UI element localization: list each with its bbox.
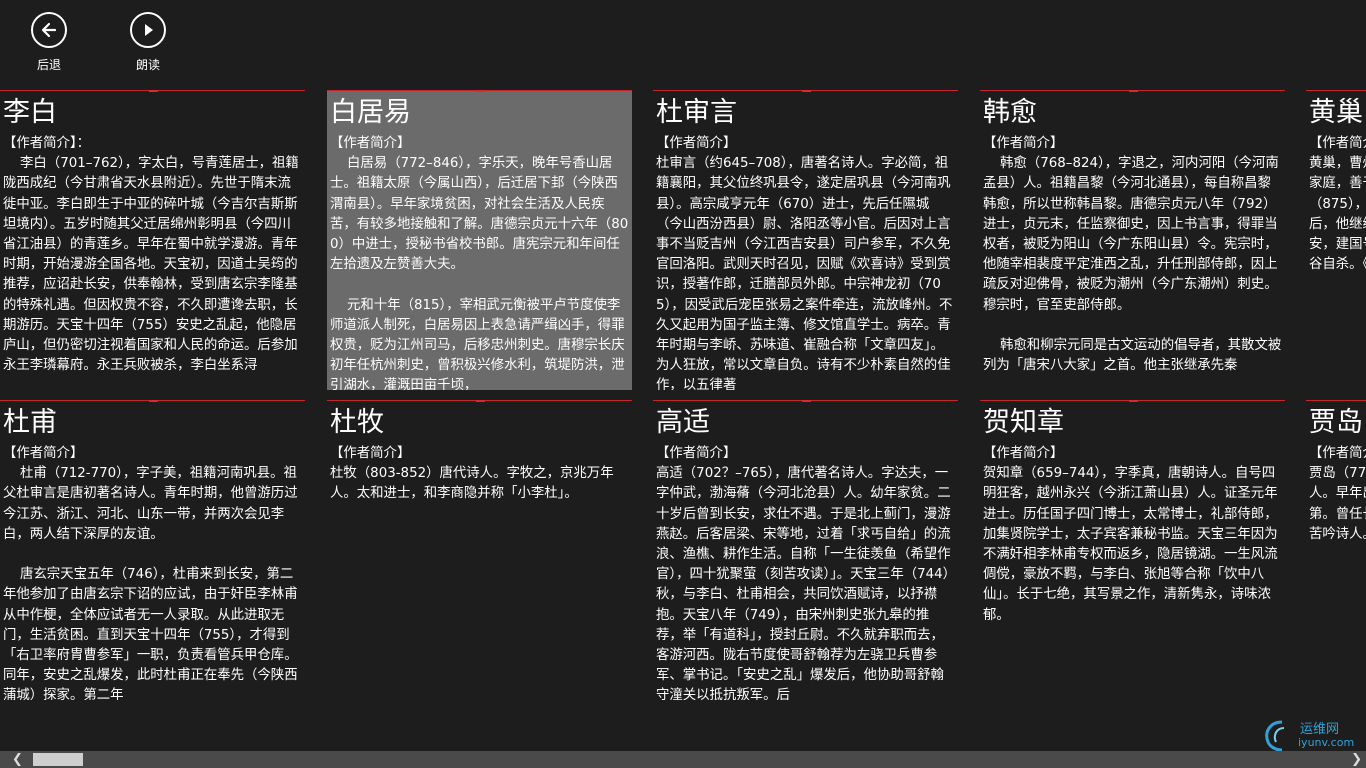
poet-name: 杜甫 — [3, 407, 57, 438]
tile-divider — [1306, 400, 1366, 401]
watermark-icon — [1265, 720, 1285, 752]
poet-bio: 【作者简介】 杜审言（约645–708），唐著名诗人。字必简，祖籍襄阳，其父位终… — [656, 136, 953, 390]
poet-tile-jiadao[interactable]: 贾岛 【作者简介】 贾岛（779–843），字浪仙，范阳（今河北涿县）人。早年出… — [1306, 400, 1366, 700]
poet-bio: 【作者简介】 贺知章（659–744），字季真，唐朝诗人。自号四明狂客，越州永兴… — [983, 446, 1278, 623]
scroll-thumb[interactable] — [33, 753, 83, 766]
tile-marker — [475, 90, 485, 92]
poet-name: 高适 — [656, 407, 710, 438]
watermark-url: iyunv.com — [1298, 736, 1355, 749]
poet-tile-dumu[interactable]: 杜牧 【作者简介】 杜牧（803-852）唐代诗人。字牧之，京兆万年人。太和进士… — [327, 400, 632, 700]
poet-bio: 【作者简介】 韩愈（768–824），字退之，河内河阳（今河南孟县）人。祖籍昌黎… — [983, 136, 1282, 374]
tile-marker — [1128, 90, 1138, 92]
poet-tile-hezhizhang[interactable]: 贺知章 【作者简介】 贺知章（659–744），字季真，唐朝诗人。自号四明狂客，… — [980, 400, 1285, 700]
poet-tile-dufu[interactable]: 杜甫 【作者简介】 杜甫（712-770），字子美，祖籍河南巩县。祖父杜审言是唐… — [0, 400, 305, 700]
read-aloud-label: 朗读 — [135, 58, 160, 72]
poet-bio: 【作者简介】 黄巢，曹州冤句（今山东菏泽西南）人。出身盐商家庭，善于骑射，粗通笔… — [1309, 136, 1366, 273]
read-aloud-button[interactable]: 朗读 — [118, 12, 178, 73]
poet-tile-hanyu[interactable]: 韩愈 【作者简介】 韩愈（768–824），字退之，河内河阳（今河南孟县）人。祖… — [980, 90, 1285, 390]
back-button[interactable]: 后退 — [19, 12, 79, 73]
poet-name: 李白 — [3, 97, 57, 128]
poet-bio: 【作者简介】 高适（702？–765），唐代著名诗人。字达夫，一字仲武，渤海蓨（… — [656, 446, 951, 700]
scroll-left-icon[interactable]: ❮ — [12, 752, 23, 767]
poet-name: 杜审言 — [656, 97, 737, 128]
toolbar: 后退 朗读 — [0, 0, 400, 80]
poet-name: 韩愈 — [983, 97, 1037, 128]
tile-marker — [801, 90, 811, 92]
poet-tile-baijuyi[interactable]: 白居易 【作者简介】 白居易（772–846），字乐天，晚年号香山居士。祖籍太原… — [327, 90, 632, 390]
poet-bio: 【作者简介】 贾岛（779–843），字浪仙，范阳（今河北涿县）人。早年出家为僧… — [1309, 446, 1366, 542]
poet-bio: 【作者简介】 白居易（772–846），字乐天，晚年号香山居士。祖籍太原（今属山… — [330, 136, 629, 390]
poet-bio: 【作者简介】： 李白（701–762），字太白，号青莲居士，祖籍陇西成纪（今甘肃… — [3, 136, 299, 374]
poet-name: 贺知章 — [983, 407, 1064, 438]
poet-name: 杜牧 — [330, 407, 384, 438]
poet-name: 白居易 — [330, 97, 411, 128]
play-icon — [130, 12, 166, 48]
app-window: 后退 朗读 李白 【作者简介】： 李白（701–762），字太白，号青莲居士，祖… — [0, 0, 1366, 768]
watermark-logo: 运维网 iyunv.com — [1260, 718, 1360, 752]
poet-bio: 【作者简介】 杜甫（712-770），字子美，祖籍河南巩县。祖父杜审言是唐初著名… — [3, 446, 298, 700]
tile-marker — [475, 400, 485, 402]
poet-tile-gaoshi[interactable]: 高适 【作者简介】 高适（702？–765），唐代著名诗人。字达夫，一字仲武，渤… — [653, 400, 958, 700]
poet-bio: 【作者简介】 杜牧（803-852）唐代诗人。字牧之，京兆万年人。太和进士，和李… — [330, 446, 614, 502]
tile-marker — [148, 90, 158, 92]
poet-tile-libai[interactable]: 李白 【作者简介】： 李白（701–762），字太白，号青莲居士，祖籍陇西成纪（… — [0, 90, 305, 390]
poet-tile-huangchao[interactable]: 黄巢 【作者简介】 黄巢，曹州冤句（今山东菏泽西南）人。出身盐商家庭，善于骑射，… — [1306, 90, 1366, 390]
horizontal-scrollbar[interactable]: ❮ ❯ — [0, 751, 1366, 768]
tile-marker — [1128, 400, 1138, 402]
tile-marker — [148, 400, 158, 402]
poet-tile-dushenyan[interactable]: 杜审言 【作者简介】 杜审言（约645–708），唐著名诗人。字必简，祖籍襄阳，… — [653, 90, 958, 390]
poet-name: 黄巢 — [1309, 97, 1363, 128]
poet-name: 贾岛 — [1309, 407, 1363, 438]
tile-divider — [1306, 90, 1366, 91]
back-arrow-icon — [31, 12, 67, 48]
back-label: 后退 — [36, 58, 61, 72]
watermark-text: 运维网 — [1300, 722, 1340, 737]
tile-marker — [801, 400, 811, 402]
scroll-right-icon[interactable]: ❯ — [1351, 752, 1362, 767]
